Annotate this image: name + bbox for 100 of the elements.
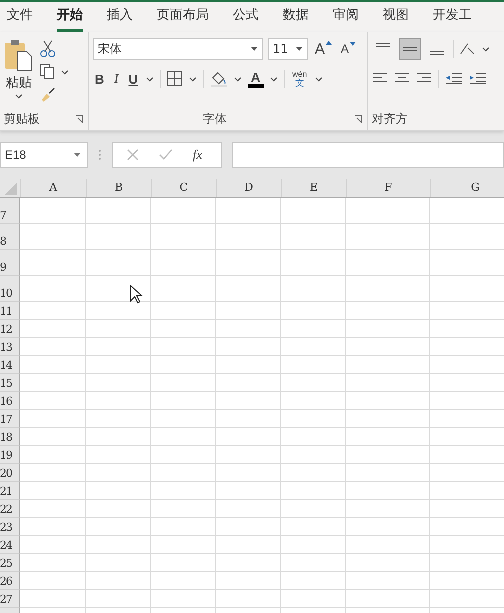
grid-cell[interactable]	[346, 590, 430, 608]
caret-icon[interactable]	[234, 76, 242, 82]
column-header[interactable]: D	[216, 179, 281, 197]
grid-cell[interactable]	[151, 428, 216, 446]
align-text-icon[interactable]	[416, 73, 432, 85]
grid-cell[interactable]	[216, 446, 281, 464]
grid-cell[interactable]	[86, 320, 151, 338]
grid-cell[interactable]	[346, 392, 430, 410]
grid-cell[interactable]	[86, 250, 151, 276]
column-header[interactable]: C	[151, 179, 216, 197]
row-header[interactable]: 16	[0, 392, 20, 410]
grid-cell[interactable]	[346, 198, 430, 224]
grid-cell[interactable]	[216, 302, 281, 320]
row-header[interactable]: 23	[0, 518, 20, 536]
row-header[interactable]: 15	[0, 374, 20, 392]
row-header[interactable]: 9	[0, 250, 20, 276]
ribbon-tab[interactable]: 视图	[383, 2, 409, 32]
grid-cell[interactable]	[346, 482, 430, 500]
grid-cell[interactable]	[151, 374, 216, 392]
grid-cell[interactable]	[20, 446, 86, 464]
grid-cell[interactable]	[86, 410, 151, 428]
caret-icon[interactable]	[482, 46, 490, 52]
grid-cell[interactable]	[151, 590, 216, 608]
caret-icon[interactable]	[270, 76, 278, 82]
grid-cell[interactable]	[20, 356, 86, 374]
font-color-button[interactable]: A	[248, 70, 264, 88]
check-icon[interactable]	[159, 149, 173, 161]
grid-cell[interactable]	[281, 536, 346, 554]
grid-cell[interactable]	[86, 518, 151, 536]
phonetic-button[interactable]: wén 文	[290, 70, 310, 88]
grid-cell[interactable]	[216, 250, 281, 276]
grid-cell[interactable]	[216, 224, 281, 250]
cancel-icon[interactable]	[127, 149, 139, 161]
grid-cell[interactable]	[216, 198, 281, 224]
select-all-icon[interactable]	[5, 183, 17, 195]
grid-cell[interactable]	[281, 392, 346, 410]
row-header[interactable]: 13	[0, 338, 20, 356]
column-header[interactable]: A	[20, 179, 86, 197]
grid-cell[interactable]	[281, 224, 346, 250]
ribbon-tab[interactable]: 页面布局	[157, 2, 209, 32]
grid-cell[interactable]	[86, 446, 151, 464]
grid-cell[interactable]	[20, 276, 86, 302]
row-header[interactable]: 11	[0, 302, 20, 320]
drag-handle-icon[interactable]	[98, 149, 102, 161]
row-header[interactable]: 18	[0, 428, 20, 446]
grid-cell[interactable]	[346, 276, 430, 302]
grid-cell[interactable]	[86, 224, 151, 250]
grid-cell[interactable]	[281, 320, 346, 338]
grid-cell[interactable]	[281, 554, 346, 572]
row-header[interactable]: 7	[0, 198, 20, 224]
grid-cell[interactable]	[346, 224, 430, 250]
grid-cell[interactable]	[346, 320, 430, 338]
column-header[interactable]: G	[430, 179, 504, 197]
grid-cell[interactable]	[86, 338, 151, 356]
outdent-icon[interactable]	[445, 73, 463, 85]
ribbon-tab[interactable]: 数据	[283, 2, 309, 32]
grid-cell[interactable]	[281, 276, 346, 302]
ribbon-tab[interactable]: 审阅	[333, 2, 359, 32]
underline-button[interactable]: U	[126, 72, 140, 86]
caret-icon[interactable]	[189, 76, 198, 82]
grid-cell[interactable]	[151, 320, 216, 338]
grid-cell[interactable]	[346, 500, 430, 518]
grid-cell[interactable]	[216, 482, 281, 500]
grid-cell[interactable]	[281, 590, 346, 608]
grid-cell[interactable]	[216, 572, 281, 590]
grid-cell[interactable]	[86, 572, 151, 590]
formula-input[interactable]	[232, 142, 504, 168]
grid-cell[interactable]	[281, 410, 346, 428]
grid-cell[interactable]	[151, 198, 216, 224]
grid-cell[interactable]	[281, 482, 346, 500]
grid-cell[interactable]	[151, 536, 216, 554]
grid-cell[interactable]	[20, 224, 86, 250]
row-header[interactable]: 17	[0, 410, 20, 428]
align-text-icon[interactable]	[394, 73, 410, 85]
grid-cell[interactable]	[216, 536, 281, 554]
grid-cell[interactable]	[86, 302, 151, 320]
launcher-icon[interactable]	[354, 114, 363, 124]
grid-cell[interactable]	[346, 572, 430, 590]
grid-cell[interactable]	[281, 464, 346, 482]
grid-cell[interactable]	[151, 250, 216, 276]
grid-cell[interactable]	[20, 338, 86, 356]
grid-cell[interactable]	[346, 302, 430, 320]
grid-cell[interactable]	[281, 302, 346, 320]
grid-cell[interactable]	[86, 392, 151, 410]
row-header[interactable]: 25	[0, 554, 20, 572]
grid-cell[interactable]	[151, 224, 216, 250]
grid-cell[interactable]	[86, 374, 151, 392]
grid-cell[interactable]	[216, 276, 281, 302]
grid-cell[interactable]	[216, 464, 281, 482]
grid-cell[interactable]	[281, 374, 346, 392]
grid-cell[interactable]	[86, 198, 151, 224]
grid-cell[interactable]	[346, 464, 430, 482]
grid-cell[interactable]	[151, 302, 216, 320]
grid-cell[interactable]	[151, 410, 216, 428]
grid-cell[interactable]	[216, 554, 281, 572]
caret-icon[interactable]	[146, 76, 154, 82]
grid-cell[interactable]	[346, 338, 430, 356]
row-header[interactable]: 26	[0, 572, 20, 590]
grid-cell[interactable]	[20, 554, 86, 572]
grid-cell[interactable]	[151, 276, 216, 302]
